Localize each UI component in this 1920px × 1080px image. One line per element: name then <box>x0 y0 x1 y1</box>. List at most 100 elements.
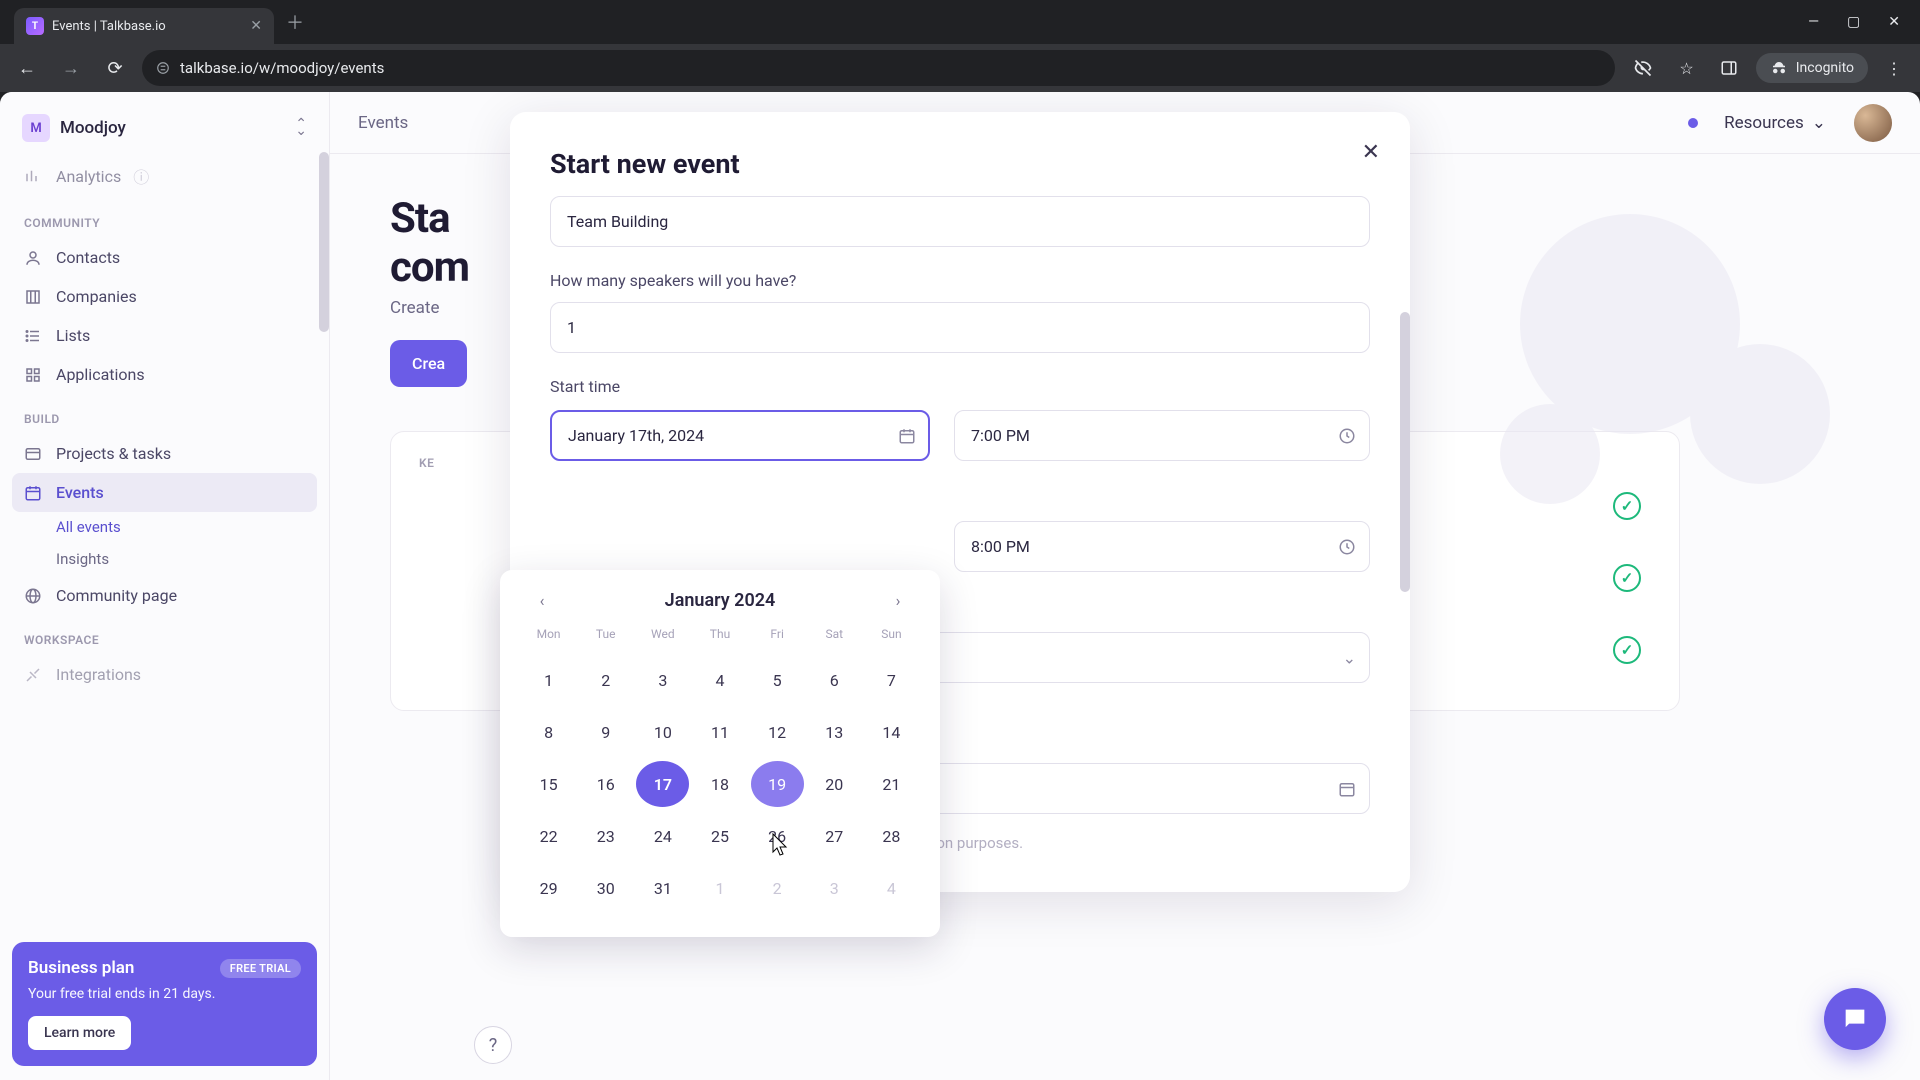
day-cell[interactable]: 15 <box>522 761 575 807</box>
globe-icon <box>24 587 44 605</box>
day-cell[interactable]: 25 <box>693 813 746 859</box>
forward-button[interactable]: → <box>54 51 88 85</box>
sidebar-sub-insights[interactable]: Insights <box>12 550 317 568</box>
start-time-input[interactable] <box>954 410 1370 461</box>
dow-label: Mon <box>522 621 575 651</box>
day-cell[interactable]: 10 <box>636 709 689 755</box>
day-cell[interactable]: 23 <box>579 813 632 859</box>
sidebar-item-label: Applications <box>56 365 145 384</box>
day-cell[interactable]: 17 <box>636 761 689 807</box>
notification-dot-icon[interactable] <box>1688 118 1698 128</box>
day-cell[interactable]: 13 <box>808 709 861 755</box>
dow-label: Sat <box>808 621 861 651</box>
speakers-input[interactable] <box>550 302 1370 353</box>
browser-toolbar: ← → ⟳ talkbase.io/w/moodjoy/events ☆ Inc… <box>0 44 1920 92</box>
day-cell[interactable]: 31 <box>636 865 689 911</box>
sidebar-item-lists[interactable]: Lists <box>12 316 317 355</box>
resources-label: Resources <box>1724 113 1804 133</box>
day-cell[interactable]: 9 <box>579 709 632 755</box>
sidebar-item-integrations[interactable]: Integrations <box>12 655 317 694</box>
day-cell[interactable]: 8 <box>522 709 575 755</box>
sidebar-item-community-page[interactable]: Community page <box>12 576 317 615</box>
user-avatar[interactable] <box>1854 104 1892 142</box>
day-cell[interactable]: 20 <box>808 761 861 807</box>
sidebar-item-label: Analytics <box>56 167 121 186</box>
incognito-indicator[interactable]: Incognito <box>1756 53 1868 83</box>
day-cell[interactable]: 4 <box>693 657 746 703</box>
dow-label: Wed <box>636 621 689 651</box>
window-maximize-icon[interactable]: ▢ <box>1847 14 1860 30</box>
calendar-icon[interactable] <box>1338 780 1356 798</box>
day-cell[interactable]: 16 <box>579 761 632 807</box>
day-cell[interactable]: 3 <box>636 657 689 703</box>
sidebar-item-events[interactable]: Events <box>12 473 317 512</box>
help-button[interactable]: ? <box>474 1026 512 1064</box>
day-cell[interactable]: 1 <box>522 657 575 703</box>
start-date-input[interactable] <box>550 410 930 461</box>
dow-label: Thu <box>693 621 746 651</box>
back-button[interactable]: ← <box>10 51 44 85</box>
day-cell[interactable]: 5 <box>751 657 804 703</box>
workspace-switcher[interactable]: M Moodjoy ⌃⌄ <box>12 106 317 150</box>
modal-scrollbar[interactable] <box>1400 312 1410 592</box>
day-cell: 4 <box>865 865 918 911</box>
hide-extensions-icon[interactable] <box>1625 52 1661 84</box>
modal-close-button[interactable]: ✕ <box>1362 140 1380 165</box>
prev-month-button[interactable]: ‹ <box>528 591 556 610</box>
day-cell[interactable]: 22 <box>522 813 575 859</box>
sidebar-sub-all-events[interactable]: All events <box>12 518 317 536</box>
browser-menu-icon[interactable]: ⋮ <box>1878 53 1910 84</box>
event-name-input[interactable] <box>550 196 1370 247</box>
day-cell[interactable]: 27 <box>808 813 861 859</box>
day-cell[interactable]: 26 <box>751 813 804 859</box>
chat-icon <box>1841 1005 1869 1033</box>
sidebar-item-label: Integrations <box>56 665 141 684</box>
address-bar[interactable]: talkbase.io/w/moodjoy/events <box>142 50 1615 86</box>
sidebar-item-contacts[interactable]: Contacts <box>12 238 317 277</box>
check-icon: ✓ <box>1613 564 1641 592</box>
day-cell: 3 <box>808 865 861 911</box>
window-minimize-icon[interactable]: ― <box>1808 14 1819 30</box>
site-info-icon[interactable] <box>156 61 170 75</box>
breadcrumb[interactable]: Events <box>358 113 408 133</box>
sidebar-scrollbar[interactable] <box>319 152 329 352</box>
bookmark-icon[interactable]: ☆ <box>1671 53 1701 84</box>
clock-icon[interactable] <box>1338 538 1356 556</box>
browser-tab[interactable]: T Events | Talkbase.io ✕ <box>14 8 274 44</box>
learn-more-button[interactable]: Learn more <box>28 1016 131 1050</box>
tab-close-icon[interactable]: ✕ <box>250 18 262 34</box>
contacts-icon <box>24 249 44 267</box>
new-tab-button[interactable]: ＋ <box>286 9 304 35</box>
next-month-button[interactable]: › <box>884 591 912 610</box>
sidepanel-icon[interactable] <box>1712 53 1746 83</box>
day-cell[interactable]: 11 <box>693 709 746 755</box>
resources-menu[interactable]: Resources ⌄ <box>1724 113 1826 133</box>
sidebar-item-applications[interactable]: Applications <box>12 355 317 394</box>
day-cell[interactable]: 29 <box>522 865 575 911</box>
end-time-input[interactable] <box>954 521 1370 572</box>
reload-button[interactable]: ⟳ <box>98 51 132 85</box>
chat-button[interactable] <box>1824 988 1886 1050</box>
lists-icon <box>24 327 44 345</box>
day-cell[interactable]: 7 <box>865 657 918 703</box>
create-event-button[interactable]: Crea <box>390 340 467 387</box>
day-cell[interactable]: 14 <box>865 709 918 755</box>
day-cell[interactable]: 30 <box>579 865 632 911</box>
sidebar: M Moodjoy ⌃⌄ Analytics ⓘ COMMUNITY Conta… <box>0 92 330 1080</box>
day-cell[interactable]: 21 <box>865 761 918 807</box>
day-cell[interactable]: 28 <box>865 813 918 859</box>
window-close-icon[interactable]: ✕ <box>1888 14 1900 30</box>
sidebar-item-projects[interactable]: Projects & tasks <box>12 434 317 473</box>
day-cell[interactable]: 2 <box>579 657 632 703</box>
day-cell[interactable]: 19 <box>751 761 804 807</box>
day-cell[interactable]: 18 <box>693 761 746 807</box>
sidebar-item-analytics[interactable]: Analytics ⓘ <box>12 154 317 198</box>
day-cell[interactable]: 6 <box>808 657 861 703</box>
calendar-icon[interactable] <box>898 427 916 445</box>
integrations-icon <box>24 666 44 684</box>
plan-subtitle: Your free trial ends in 21 days. <box>28 986 301 1002</box>
sidebar-item-companies[interactable]: Companies <box>12 277 317 316</box>
clock-icon[interactable] <box>1338 427 1356 445</box>
day-cell[interactable]: 24 <box>636 813 689 859</box>
day-cell[interactable]: 12 <box>751 709 804 755</box>
